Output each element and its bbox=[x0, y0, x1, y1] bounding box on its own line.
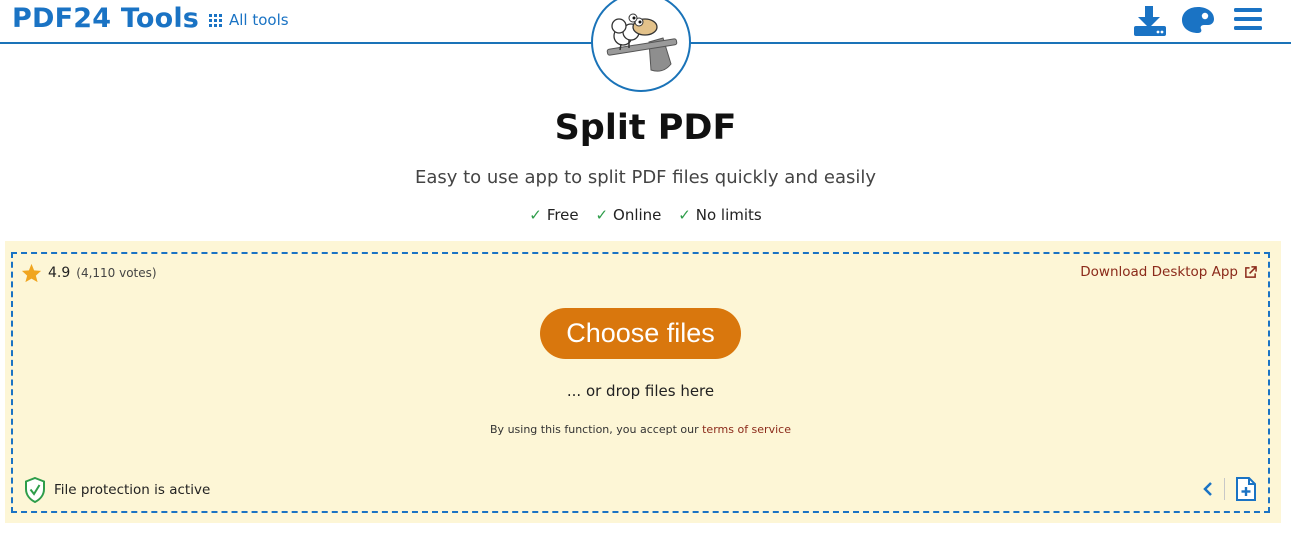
mascot-logo[interactable] bbox=[591, 0, 691, 92]
page-subtitle: Easy to use app to split PDF files quick… bbox=[414, 167, 877, 188]
feature-list: ✓ Free ✓ Online ✓ No limits bbox=[0, 206, 1291, 224]
all-tools-link[interactable]: All tools bbox=[209, 11, 289, 29]
chevron-left-icon[interactable] bbox=[1202, 481, 1214, 497]
vote-count: (4,110 votes) bbox=[76, 266, 157, 280]
upload-tools bbox=[1202, 476, 1257, 502]
protection-label: File protection is active bbox=[54, 482, 211, 498]
drop-files-hint: ... or drop files here bbox=[566, 382, 715, 400]
brand-logo-text[interactable]: PDF24 Tools bbox=[12, 3, 199, 34]
rating[interactable]: 4.9 (4,110 votes) bbox=[21, 263, 157, 283]
hamburger-menu-icon[interactable] bbox=[1233, 7, 1263, 37]
feature-free: ✓ Free bbox=[529, 206, 579, 224]
star-icon bbox=[21, 263, 42, 283]
all-tools-label: All tools bbox=[229, 11, 289, 29]
palette-icon[interactable] bbox=[1181, 5, 1215, 39]
divider bbox=[1224, 478, 1225, 500]
terms-of-service-link[interactable]: terms of service bbox=[702, 423, 791, 436]
grid-icon bbox=[209, 13, 222, 27]
terms-prefix: By using this function, you accept our bbox=[490, 423, 699, 436]
file-protection-status[interactable]: File protection is active bbox=[24, 477, 210, 503]
desktop-app-label: Download Desktop App bbox=[1080, 264, 1238, 280]
check-icon: ✓ bbox=[529, 206, 542, 224]
external-link-icon bbox=[1245, 265, 1257, 278]
choose-files-button[interactable]: Choose files bbox=[540, 308, 741, 359]
check-icon: ✓ bbox=[678, 206, 691, 224]
page-title: Split PDF bbox=[554, 108, 737, 148]
check-icon: ✓ bbox=[595, 206, 609, 224]
terms-notice: By using this function, you accept our t… bbox=[0, 423, 1281, 436]
feature-no-limits: ✓ No limits bbox=[678, 206, 762, 224]
feature-online: ✓ Online bbox=[595, 206, 662, 224]
download-icon[interactable] bbox=[1133, 4, 1167, 42]
add-file-icon[interactable] bbox=[1235, 476, 1257, 502]
shield-check-icon bbox=[25, 477, 45, 503]
rating-value: 4.9 bbox=[48, 265, 71, 281]
download-desktop-app-link[interactable]: Download Desktop App bbox=[1080, 264, 1257, 280]
